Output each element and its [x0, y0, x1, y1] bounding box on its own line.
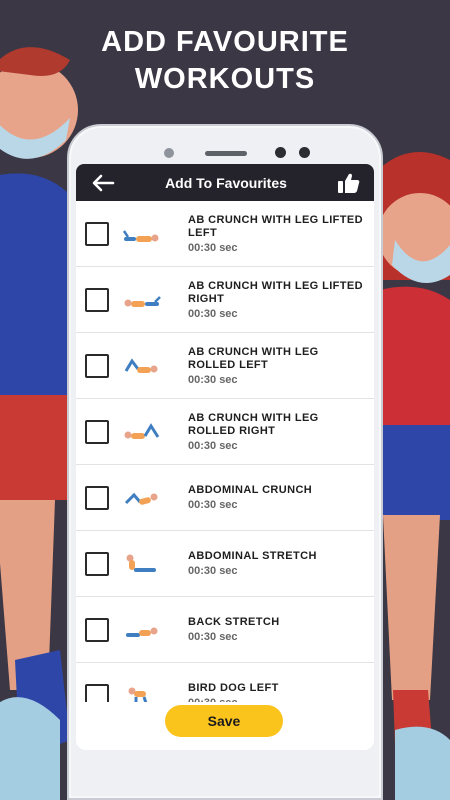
workout-checkbox[interactable] — [85, 419, 109, 444]
save-button[interactable]: Save — [165, 705, 283, 737]
back-stretch-thumbnail — [126, 627, 158, 637]
headline-line-1: ADD FAVOURITE — [101, 26, 349, 58]
abdominal-crunch-thumbnail — [124, 492, 158, 505]
workout-checkbox[interactable] — [85, 287, 109, 312]
list-item[interactable]: AB CRUNCH WITH LEG LIFTED RIGHT 00:30 se… — [76, 267, 374, 333]
workout-checkbox[interactable] — [85, 221, 109, 246]
sensor-icon — [299, 147, 310, 158]
workout-duration: 00:30 sec — [188, 499, 238, 511]
headline-line-2: WORKOUTS — [134, 63, 316, 95]
workout-name: ABDOMINAL CRUNCH — [188, 484, 313, 496]
abdominal-stretch-thumbnail — [126, 554, 156, 572]
back-arrow-icon — [92, 174, 115, 191]
workout-duration: 00:30 sec — [188, 565, 238, 577]
camera-icon — [164, 148, 174, 158]
workout-name: AB CRUNCH WITH LEG ROLLED LEFT — [188, 345, 319, 371]
workout-duration: 00:30 sec — [188, 241, 238, 254]
list-item[interactable]: ABDOMINAL STRETCH 00:30 sec — [76, 531, 374, 597]
thumbs-up-icon — [337, 173, 360, 193]
list-item[interactable]: AB CRUNCH WITH LEG LIFTED LEFT 00:30 sec — [76, 201, 374, 267]
workout-name: AB CRUNCH WITH LEG LIFTED RIGHT — [188, 279, 363, 305]
footer-bar: Save — [76, 702, 374, 750]
woman-illustration — [378, 152, 450, 800]
promo-headline: ADD FAVOURITE WORKOUTS — [0, 24, 450, 98]
workout-name: AB CRUNCH WITH LEG LIFTED LEFT — [188, 213, 363, 239]
workout-name: BIRD DOG LEFT — [188, 682, 279, 694]
workout-duration: 00:30 sec — [188, 307, 238, 320]
ab-crunch-leg-lifted-right-thumbnail — [124, 295, 161, 307]
workout-duration: 00:30 sec — [188, 373, 238, 386]
list-item[interactable]: ABDOMINAL CRUNCH 00:30 sec — [76, 465, 374, 531]
list-item[interactable]: BACK STRETCH 00:30 sec — [76, 597, 374, 663]
like-button[interactable] — [336, 170, 362, 196]
speaker-grille — [205, 151, 247, 156]
workout-checkbox[interactable] — [85, 617, 109, 642]
workout-checkbox[interactable] — [85, 485, 109, 510]
workout-duration: 00:30 sec — [188, 439, 238, 452]
workout-checkbox[interactable] — [85, 353, 109, 378]
ab-crunch-leg-lifted-left-thumbnail — [122, 229, 159, 242]
sensor-icon — [275, 147, 286, 158]
workout-checkbox[interactable] — [85, 551, 109, 576]
list-item[interactable]: AB CRUNCH WITH LEG ROLLED LEFT 00:30 sec — [76, 333, 374, 399]
back-button[interactable] — [90, 170, 116, 196]
workout-list: AB CRUNCH WITH LEG LIFTED LEFT 00:30 sec… — [76, 201, 374, 738]
page-title: Add To Favourites — [165, 174, 287, 191]
workout-duration: 00:30 sec — [188, 631, 238, 643]
list-item[interactable]: AB CRUNCH WITH LEG ROLLED RIGHT 00:30 se… — [76, 399, 374, 465]
workout-name: AB CRUNCH WITH LEG ROLLED RIGHT — [188, 411, 319, 437]
workout-name: ABDOMINAL STRETCH — [188, 550, 317, 562]
top-app-bar: Add To Favourites — [76, 164, 374, 201]
workout-name: BACK STRETCH — [188, 616, 280, 628]
app-screen: Add To Favourites AB CRUNCH WITH LEG LIF… — [76, 164, 374, 750]
ab-crunch-leg-rolled-left-thumbnail — [124, 357, 158, 373]
ab-crunch-leg-rolled-right-thumbnail — [124, 422, 160, 439]
